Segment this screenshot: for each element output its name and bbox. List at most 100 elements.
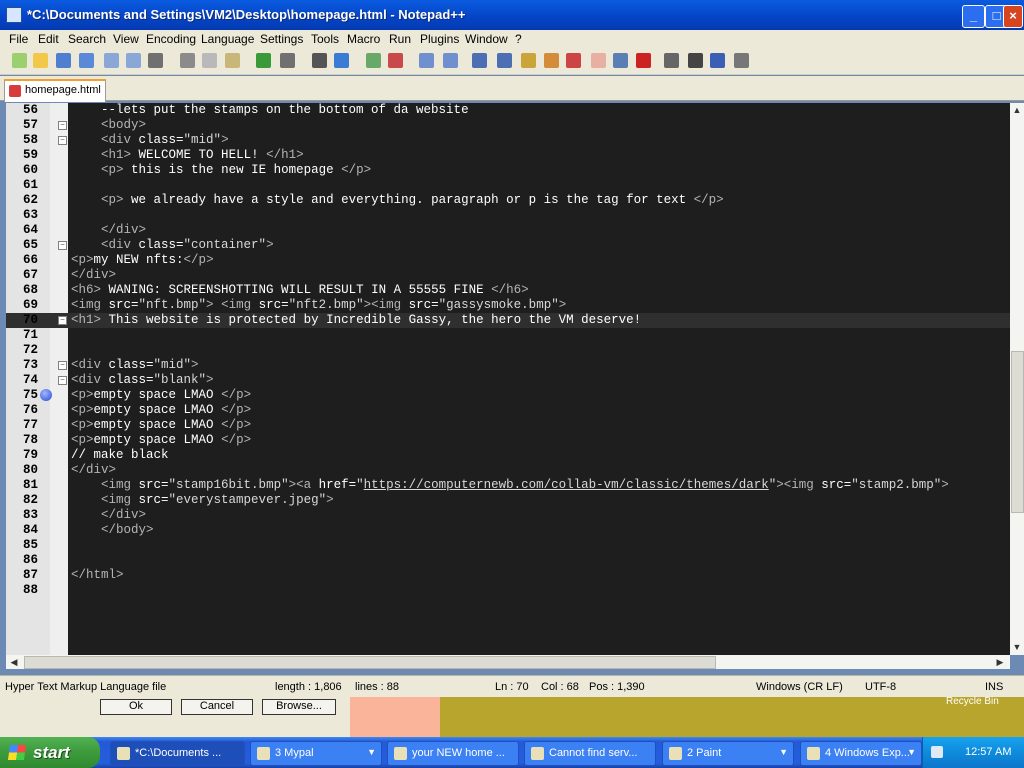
- code-line[interactable]: 59 <h1> WELCOME TO HELL! </h1>: [6, 148, 1010, 163]
- code-line[interactable]: 77 <p>empty space LMAO </p>: [6, 418, 1010, 433]
- scroll-down-arrow-icon[interactable]: ▼: [1011, 641, 1023, 653]
- code-line[interactable]: 70 − <h1> This website is protected by Inc…: [6, 313, 1010, 328]
- horizontal-scrollbar[interactable]: ◀ ▶: [6, 655, 1010, 669]
- volume-icon[interactable]: [931, 746, 943, 758]
- scroll-left-arrow-icon[interactable]: ◀: [8, 656, 20, 668]
- fold-toggle-icon[interactable]: −: [58, 241, 67, 250]
- run-macro-multiple-icon[interactable]: [710, 53, 725, 68]
- code-line[interactable]: 78 <p>empty space LMAO </p>: [6, 433, 1010, 448]
- taskbar-button[interactable]: your NEW home ...: [387, 741, 519, 766]
- code-line[interactable]: 83 </div>: [6, 508, 1010, 523]
- indent-guide-icon[interactable]: [521, 53, 536, 68]
- paste-icon[interactable]: [225, 53, 240, 68]
- cut-icon[interactable]: [180, 53, 195, 68]
- code-line[interactable]: 67 </div>: [6, 268, 1010, 283]
- code-line[interactable]: 85: [6, 538, 1010, 553]
- dialog-cancel-button[interactable]: Cancel: [181, 699, 253, 715]
- code-line[interactable]: 86: [6, 553, 1010, 568]
- status-eol[interactable]: Windows (CR LF): [756, 681, 843, 693]
- code-line[interactable]: 57 − <body>: [6, 118, 1010, 133]
- code-line[interactable]: 58 − <div class="mid">: [6, 133, 1010, 148]
- menu-tools[interactable]: Tools: [311, 32, 339, 46]
- code-editor[interactable]: 56 --lets put the stamps on the bottom o…: [6, 103, 1010, 655]
- code-line[interactable]: 84 </body>: [6, 523, 1010, 538]
- clock[interactable]: 12:57 AM: [965, 746, 1011, 758]
- record-macro-icon[interactable]: [636, 53, 651, 68]
- function-list-icon[interactable]: [566, 53, 581, 68]
- code-line[interactable]: 68 <h6> WANING: SCREENSHOTTING WILL RESUL…: [6, 283, 1010, 298]
- save-icon[interactable]: [56, 53, 71, 68]
- close-icon[interactable]: [104, 53, 119, 68]
- print-icon[interactable]: [148, 53, 163, 68]
- status-insert-mode[interactable]: INS: [985, 681, 1003, 693]
- code-line[interactable]: 61: [6, 178, 1010, 193]
- menu-edit[interactable]: Edit: [38, 32, 59, 46]
- close-button[interactable]: ×: [1003, 5, 1023, 28]
- scroll-up-arrow-icon[interactable]: ▲: [1011, 104, 1023, 116]
- code-line[interactable]: 64 </div>: [6, 223, 1010, 238]
- recycle-bin-label[interactable]: Recycle Bin: [946, 696, 999, 707]
- fold-toggle-icon[interactable]: −: [58, 376, 67, 385]
- code-line[interactable]: 79 // make black: [6, 448, 1010, 463]
- taskbar-button[interactable]: Cannot find serv...: [524, 741, 656, 766]
- taskbar-button[interactable]: *C:\Documents ...: [110, 741, 245, 766]
- code-line[interactable]: 81 <img src="stamp16bit.bmp"><a href="ht…: [6, 478, 1010, 493]
- taskbar-button[interactable]: 3 Mypal ▼: [250, 741, 382, 766]
- code-line[interactable]: 69 <img src="nft.bmp"> <img src="nft2.bmp…: [6, 298, 1010, 313]
- code-line[interactable]: 60 <p> this is the new IE homepage </p>: [6, 163, 1010, 178]
- find-icon[interactable]: [312, 53, 327, 68]
- code-line[interactable]: 88: [6, 583, 1010, 598]
- redo-icon[interactable]: [280, 53, 295, 68]
- undo-icon[interactable]: [256, 53, 271, 68]
- code-line[interactable]: 72: [6, 343, 1010, 358]
- code-line[interactable]: 75 <p>empty space LMAO </p>: [6, 388, 1010, 403]
- stop-record-icon[interactable]: [664, 53, 679, 68]
- code-line[interactable]: 63: [6, 208, 1010, 223]
- code-line[interactable]: 66 <p>my NEW nfts:</p>: [6, 253, 1010, 268]
- zoom-in-icon[interactable]: [366, 53, 381, 68]
- menu-plugins[interactable]: Plugins: [420, 32, 459, 46]
- status-encoding[interactable]: UTF-8: [865, 681, 896, 693]
- fold-toggle-icon[interactable]: −: [58, 361, 67, 370]
- notepadpp-app-icon[interactable]: [6, 7, 22, 23]
- doc-map-icon[interactable]: [544, 53, 559, 68]
- sync-h-icon[interactable]: [443, 53, 458, 68]
- dialog-ok-button[interactable]: Ok: [100, 699, 172, 715]
- code-line[interactable]: 76 <p>empty space LMAO </p>: [6, 403, 1010, 418]
- replace-icon[interactable]: [334, 53, 349, 68]
- menu-encoding[interactable]: Encoding: [146, 32, 196, 46]
- folder-workspace-icon[interactable]: [591, 53, 606, 68]
- dialog-browse-button[interactable]: Browse...: [262, 699, 336, 715]
- code-line[interactable]: 80 </div>: [6, 463, 1010, 478]
- code-line[interactable]: 65 − <div class="container">: [6, 238, 1010, 253]
- save-macro-icon[interactable]: [734, 53, 749, 68]
- code-line[interactable]: 62 <p> we already have a style and every…: [6, 193, 1010, 208]
- monitor-icon[interactable]: [613, 53, 628, 68]
- menu-settings[interactable]: Settings: [260, 32, 303, 46]
- play-macro-icon[interactable]: [688, 53, 703, 68]
- word-wrap-icon[interactable]: [472, 53, 487, 68]
- open-file-icon[interactable]: [33, 53, 48, 68]
- vertical-scrollbar[interactable]: ▲ ▼: [1010, 103, 1024, 655]
- menu-macro[interactable]: Macro: [347, 32, 380, 46]
- menu-window[interactable]: Window: [465, 32, 508, 46]
- start-button[interactable]: start: [0, 737, 100, 768]
- scroll-right-arrow-icon[interactable]: ▶: [994, 656, 1006, 668]
- fold-toggle-icon[interactable]: −: [58, 136, 67, 145]
- show-all-chars-icon[interactable]: [497, 53, 512, 68]
- code-line[interactable]: 71: [6, 328, 1010, 343]
- close-all-icon[interactable]: [126, 53, 141, 68]
- code-line[interactable]: 82 <img src="everystampever.jpeg">: [6, 493, 1010, 508]
- copy-icon[interactable]: [202, 53, 217, 68]
- code-line[interactable]: 87 </html>: [6, 568, 1010, 583]
- menu-file[interactable]: File: [9, 32, 28, 46]
- menu-view[interactable]: View: [113, 32, 139, 46]
- taskbar-button[interactable]: 2 Paint ▼: [662, 741, 794, 766]
- menu-run[interactable]: Run: [389, 32, 411, 46]
- fold-toggle-icon[interactable]: −: [58, 121, 67, 130]
- horizontal-scroll-thumb[interactable]: [24, 656, 716, 669]
- save-all-icon[interactable]: [79, 53, 94, 68]
- code-line[interactable]: 56 --lets put the stamps on the bottom o…: [6, 103, 1010, 118]
- sync-v-icon[interactable]: [419, 53, 434, 68]
- bookmark-icon[interactable]: [40, 389, 52, 401]
